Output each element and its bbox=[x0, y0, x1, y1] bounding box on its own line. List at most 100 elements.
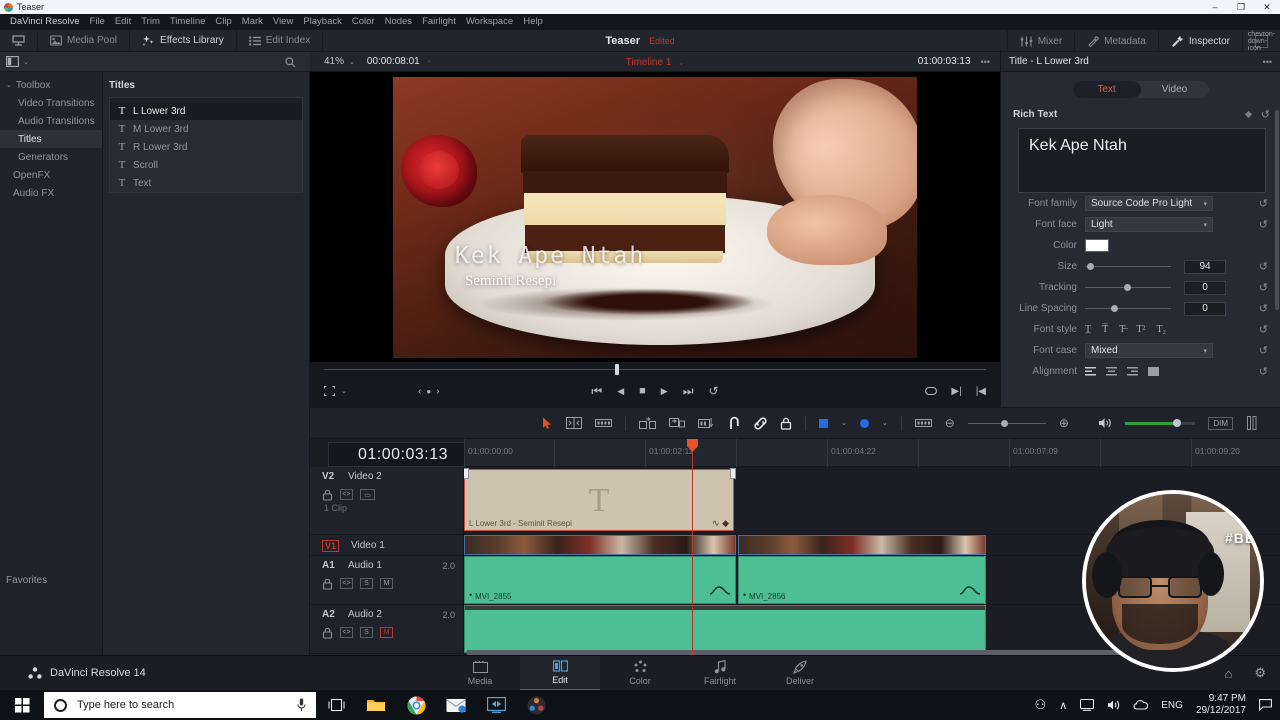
video-enable-button[interactable]: ▭ bbox=[360, 489, 375, 500]
underline-icon[interactable]: T̲ bbox=[1085, 324, 1091, 335]
timeline-zoom-slider[interactable] bbox=[967, 418, 1046, 428]
inspector-options-icon[interactable]: ••• bbox=[1263, 57, 1272, 67]
line-spacing-value[interactable]: 0 bbox=[1184, 301, 1226, 316]
solo-button[interactable]: S bbox=[360, 578, 373, 589]
insert-clip-icon[interactable] bbox=[639, 416, 656, 430]
tracking-slider[interactable] bbox=[1085, 282, 1171, 294]
davinci-resolve-button[interactable] bbox=[516, 690, 556, 720]
menu-item-davinci-resolve[interactable]: DaVinci Resolve bbox=[5, 14, 85, 30]
align-left-icon[interactable] bbox=[1085, 367, 1096, 376]
teamviewer-button[interactable] bbox=[476, 690, 516, 720]
dim-button[interactable]: DIM bbox=[1208, 416, 1233, 430]
taskbar-clock[interactable]: 9:47 PM 29/12/2017 bbox=[1196, 693, 1246, 717]
fit-screen-icon[interactable] bbox=[925, 386, 938, 396]
timeline-playhead[interactable] bbox=[687, 439, 698, 655]
reset-icon[interactable]: ↺ bbox=[1259, 344, 1268, 357]
reset-icon[interactable]: ↺ bbox=[1261, 108, 1270, 121]
menu-item-help[interactable]: Help bbox=[518, 14, 548, 30]
viewer-options-icon[interactable]: ••• bbox=[981, 57, 990, 67]
auto-select-button[interactable]: <> bbox=[340, 627, 353, 638]
tree-item-openfx[interactable]: OpenFX bbox=[0, 166, 102, 184]
tab-video[interactable]: Video bbox=[1141, 81, 1209, 98]
marker-color-chip[interactable] bbox=[859, 418, 869, 428]
mark-in-button[interactable]: |◀ bbox=[976, 386, 986, 397]
page-deliver[interactable]: Deliver bbox=[760, 656, 840, 691]
language-indicator[interactable]: ENG bbox=[1161, 700, 1183, 711]
viewer-timeline-selector[interactable]: Timeline 1 ⌄ bbox=[310, 56, 1000, 68]
tab-text[interactable]: Text bbox=[1072, 81, 1141, 98]
clip-trim-handle-in[interactable] bbox=[464, 468, 469, 479]
timeline-timecode-display[interactable]: 01:00:03:13 bbox=[328, 442, 478, 467]
title-item-r-lower-3rd[interactable]: T R Lower 3rd bbox=[110, 138, 302, 156]
zoom-in-button[interactable]: ⊕ bbox=[1059, 416, 1069, 430]
restore-button[interactable]: ❐ bbox=[1228, 0, 1254, 14]
page-fairlight[interactable]: Fairlight bbox=[680, 656, 760, 691]
tracking-value[interactable]: 0 bbox=[1184, 280, 1226, 295]
page-color[interactable]: Color bbox=[600, 656, 680, 691]
track-name[interactable]: Audio 1 bbox=[348, 560, 382, 571]
track-id[interactable]: V1 bbox=[322, 539, 340, 552]
tree-item-audio-fx[interactable]: Audio FX bbox=[0, 184, 102, 202]
menu-item-timeline[interactable]: Timeline bbox=[165, 14, 211, 30]
timeline-clip-music[interactable]: MP3 Blue Sky Over Hawaii bbox=[464, 605, 986, 655]
library-view-selector[interactable]: ⌄ bbox=[0, 56, 35, 67]
track-name[interactable]: Video 2 bbox=[348, 471, 382, 482]
reset-icon[interactable]: ↺ bbox=[1259, 323, 1268, 336]
file-explorer-button[interactable] bbox=[356, 690, 396, 720]
reset-icon[interactable]: ↺ bbox=[1259, 197, 1268, 210]
inspector-scrollbar[interactable] bbox=[1275, 110, 1279, 310]
size-slider[interactable] bbox=[1085, 261, 1171, 273]
viewer-video-area[interactable]: Kek Ape Ntah Seminit Resepi bbox=[310, 72, 1000, 362]
keyframe-diamond-icon[interactable] bbox=[1244, 110, 1252, 119]
stop-button[interactable]: ■ bbox=[639, 385, 646, 397]
clip-trim-handle-out[interactable] bbox=[730, 468, 736, 479]
page-edit[interactable]: Edit bbox=[520, 655, 600, 691]
inspector-button[interactable]: Inspector bbox=[1157, 30, 1242, 52]
effects-library-button[interactable]: Effects Library bbox=[130, 29, 237, 52]
solo-button[interactable]: S bbox=[360, 627, 373, 638]
menu-item-color[interactable]: Color bbox=[347, 14, 380, 30]
font-face-select[interactable]: Light ▾ bbox=[1085, 217, 1213, 232]
search-icon[interactable] bbox=[285, 57, 296, 71]
taskbar-search[interactable]: Type here to search bbox=[44, 692, 316, 718]
menu-item-mark[interactable]: Mark bbox=[237, 14, 268, 30]
chevron-down-icon[interactable]: ⌄ bbox=[882, 419, 888, 427]
media-storage-button[interactable] bbox=[0, 29, 38, 52]
collapse-panel-button[interactable]: chevron-down-icon bbox=[1242, 30, 1280, 52]
metadata-button[interactable]: Metadata bbox=[1074, 30, 1158, 52]
start-button[interactable] bbox=[0, 690, 44, 720]
menu-item-workspace[interactable]: Workspace bbox=[461, 14, 518, 30]
track-name[interactable]: Audio 2 bbox=[348, 609, 382, 620]
menu-item-view[interactable]: View bbox=[268, 14, 298, 30]
play-reverse-button[interactable]: ◀ bbox=[617, 386, 624, 397]
edit-index-button[interactable]: Edit Index bbox=[237, 29, 324, 52]
menu-item-file[interactable]: File bbox=[85, 14, 110, 30]
jump-to-start-button[interactable]: ⏮ bbox=[591, 384, 602, 399]
loop-button[interactable]: ↺ bbox=[709, 384, 719, 398]
microphone-icon[interactable] bbox=[297, 698, 306, 712]
network-icon[interactable] bbox=[1080, 699, 1095, 711]
color-swatch[interactable] bbox=[1085, 239, 1109, 252]
tree-item-generators[interactable]: Generators bbox=[0, 148, 102, 166]
timeline-clip-audio-1[interactable]: • MVI_2855 bbox=[464, 556, 736, 604]
onedrive-icon[interactable] bbox=[1133, 699, 1149, 711]
reset-icon[interactable]: ↺ bbox=[1259, 302, 1268, 315]
subscript-icon[interactable]: T₂ bbox=[1156, 324, 1166, 335]
timeline-clip-title[interactable]: T L Lower 3rd - Seminit Resepi ∿ ◆ bbox=[464, 469, 734, 531]
volume-icon[interactable] bbox=[1107, 699, 1120, 711]
snapping-icon[interactable] bbox=[728, 416, 741, 430]
tree-item-audio-transitions[interactable]: Audio Transitions bbox=[0, 112, 102, 130]
page-media[interactable]: Media bbox=[440, 656, 520, 691]
timeline-view-icon[interactable] bbox=[914, 418, 932, 428]
audio-meter-icon[interactable] bbox=[1246, 416, 1258, 430]
notification-icon[interactable] bbox=[1259, 699, 1272, 711]
track-name[interactable]: Video 1 bbox=[351, 540, 385, 551]
menu-item-trim[interactable]: Trim bbox=[136, 14, 165, 30]
align-right-icon[interactable] bbox=[1127, 367, 1138, 376]
title-item-text[interactable]: T Text bbox=[110, 174, 302, 192]
show-hidden-icons-icon[interactable]: ∧ bbox=[1059, 699, 1067, 712]
favorites-section[interactable]: Favorites bbox=[0, 570, 103, 590]
align-justify-icon[interactable] bbox=[1148, 367, 1159, 376]
jump-to-end-button[interactable]: ⏭ bbox=[683, 384, 694, 399]
title-item-l-lower-3rd[interactable]: T L Lower 3rd bbox=[110, 102, 302, 120]
